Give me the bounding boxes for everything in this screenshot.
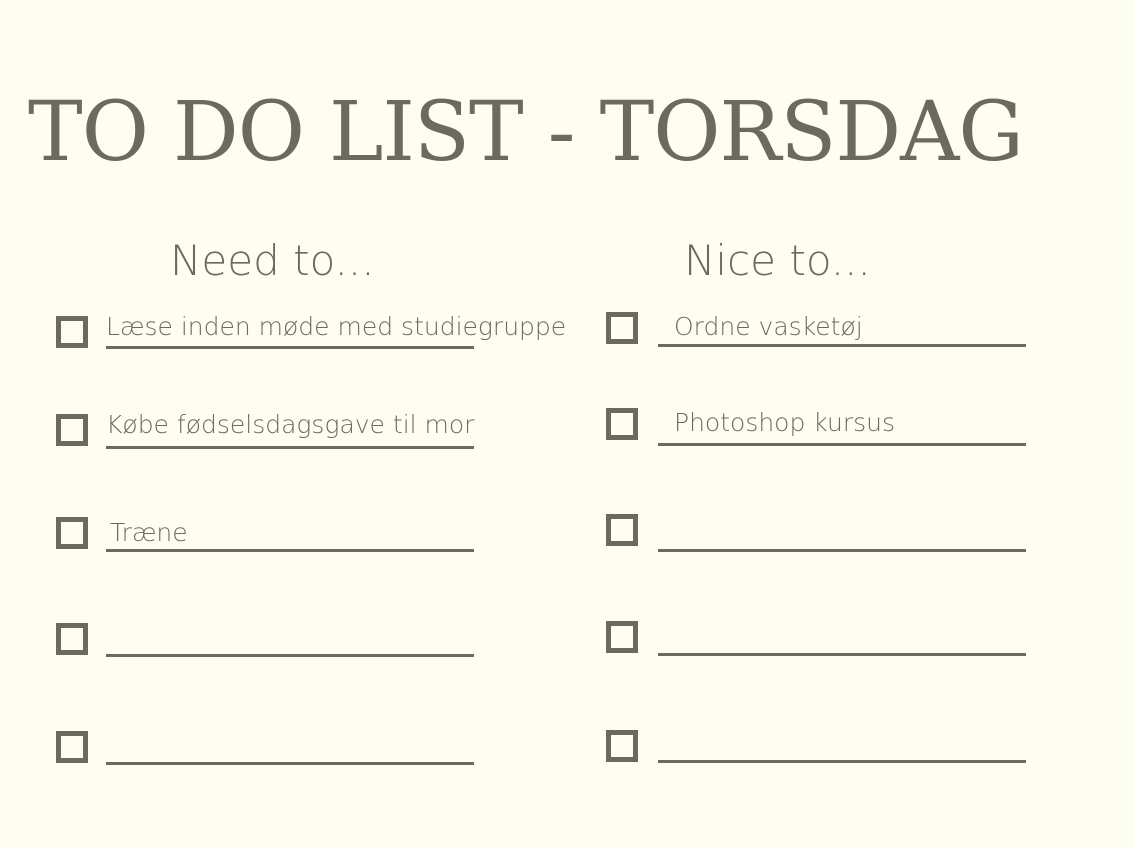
- nice-item-1-checkbox[interactable]: [606, 312, 638, 344]
- nice-item-5: [606, 730, 1036, 780]
- nice-item-2-label[interactable]: Photoshop kursus: [674, 408, 895, 438]
- need-item-3-checkbox[interactable]: [56, 517, 88, 549]
- nice-item-1-line: [658, 344, 1026, 347]
- need-item-5: [56, 731, 556, 781]
- nice-item-1: Ordne vasketøj: [606, 312, 1036, 362]
- nice-item-2-checkbox[interactable]: [606, 408, 638, 440]
- nice-item-3: [606, 514, 1036, 564]
- nice-item-3-checkbox[interactable]: [606, 514, 638, 546]
- need-item-4: [56, 623, 556, 673]
- need-item-2-label[interactable]: Købe fødselsdagsgave til mor: [106, 410, 474, 440]
- need-item-4-checkbox[interactable]: [56, 623, 88, 655]
- need-item-5-checkbox[interactable]: [56, 731, 88, 763]
- nice-item-1-label[interactable]: Ordne vasketøj: [674, 312, 863, 342]
- need-item-4-line: [106, 654, 474, 657]
- need-to-heading: Need to...: [170, 236, 375, 285]
- nice-item-4-checkbox[interactable]: [606, 621, 638, 653]
- nice-item-2-line: [658, 443, 1026, 446]
- need-item-2: Købe fødselsdagsgave til mor: [56, 410, 556, 464]
- nice-item-2: Photoshop kursus: [606, 408, 1036, 458]
- need-item-1-checkbox[interactable]: [56, 316, 88, 348]
- page-title: TO DO LIST - TORSDAG: [28, 85, 1024, 180]
- nice-item-5-checkbox[interactable]: [606, 730, 638, 762]
- need-item-1: Læse inden møde med studiegruppe: [56, 312, 566, 366]
- need-item-3-label[interactable]: Træne: [110, 518, 188, 548]
- need-item-2-line: [106, 446, 474, 449]
- nice-to-heading: Nice to...: [684, 236, 871, 285]
- nice-item-4: [606, 621, 1036, 671]
- need-item-1-line: [106, 346, 474, 349]
- nice-item-5-line: [658, 760, 1026, 763]
- need-item-3: Træne: [56, 517, 556, 567]
- need-item-1-label[interactable]: Læse inden møde med studiegruppe: [106, 312, 566, 342]
- todo-page: TO DO LIST - TORSDAG Need to... Nice to.…: [0, 0, 1134, 848]
- nice-item-4-line: [658, 653, 1026, 656]
- need-item-2-checkbox[interactable]: [56, 414, 88, 446]
- need-item-3-line: [106, 549, 474, 552]
- need-item-5-line: [106, 762, 474, 765]
- nice-item-3-line: [658, 549, 1026, 552]
